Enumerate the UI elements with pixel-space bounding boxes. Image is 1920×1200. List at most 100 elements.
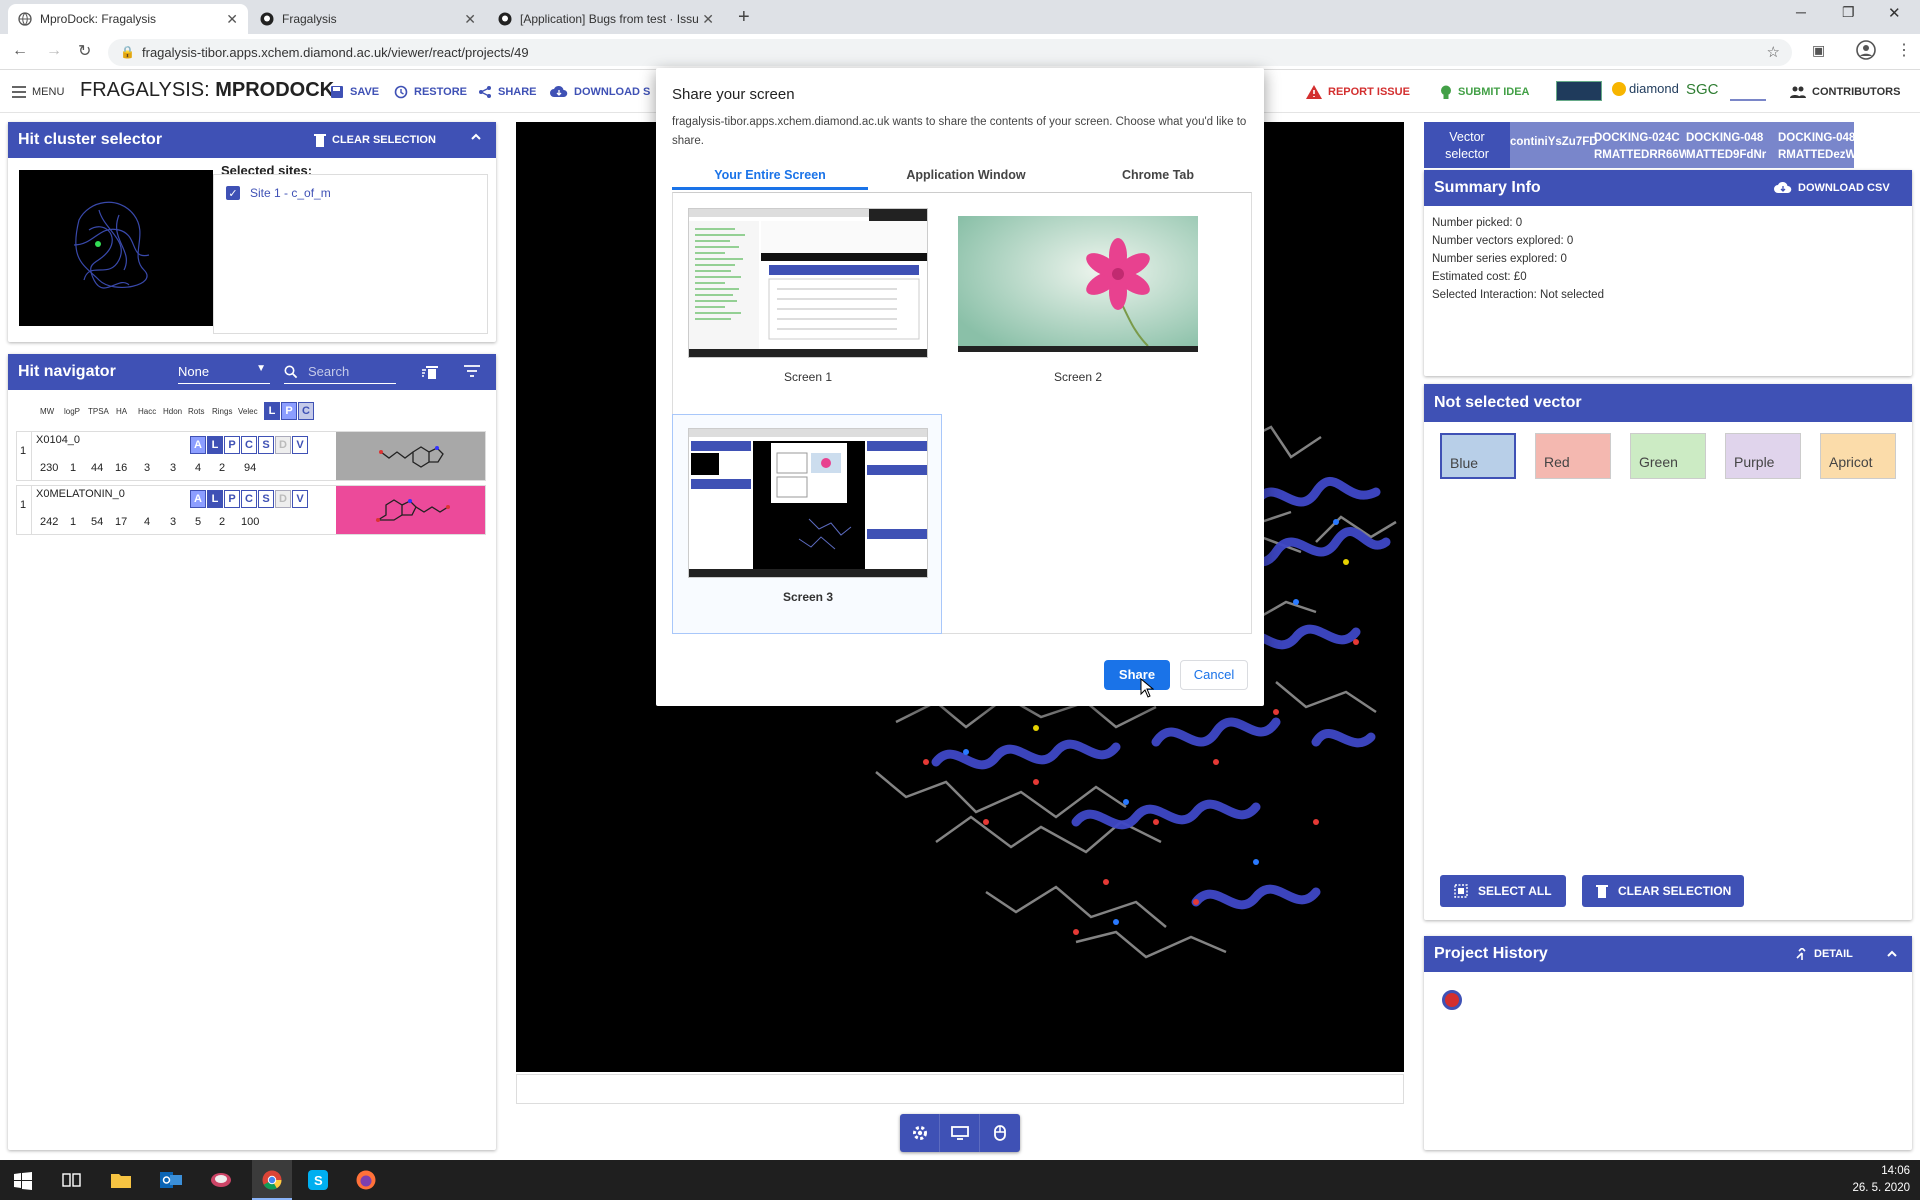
task-view-icon[interactable]: [62, 1171, 82, 1189]
btn-v[interactable]: V: [292, 490, 308, 508]
download-csv-button[interactable]: DOWNLOAD CSV: [1774, 170, 1890, 206]
btn-l[interactable]: L: [207, 436, 223, 454]
check-icon[interactable]: ✓: [226, 186, 240, 200]
btn-c[interactable]: C: [241, 436, 257, 454]
submit-idea-button[interactable]: SUBMIT IDEA: [1440, 71, 1530, 113]
btn-d[interactable]: D: [275, 436, 291, 454]
search-field[interactable]: Search: [284, 360, 396, 384]
share-confirm-button[interactable]: Share: [1104, 660, 1170, 690]
restore-button[interactable]: RESTORE: [394, 71, 467, 113]
color-apricot-button[interactable]: Apricot: [1820, 433, 1896, 479]
file-explorer-icon[interactable]: [110, 1170, 132, 1190]
outlook-icon[interactable]: [160, 1170, 182, 1190]
vector-chip-line: DOCKING-048: [1686, 132, 1764, 144]
btn-a[interactable]: A: [190, 490, 206, 508]
reload-icon[interactable]: ↻: [78, 41, 91, 61]
close-icon[interactable]: ✕: [702, 11, 714, 28]
summary-series-explored: Number series explored: 0: [1432, 253, 1567, 265]
screen-3-thumbnail[interactable]: [688, 428, 928, 578]
url-field[interactable]: 🔒 fragalysis-tibor.apps.xchem.diamond.ac…: [108, 39, 1792, 66]
filter-select[interactable]: None ▼: [178, 360, 270, 384]
site-checkbox-row[interactable]: ✓ Site 1 - c_of_m: [226, 186, 331, 200]
profile-icon[interactable]: [1856, 40, 1876, 60]
btn-d[interactable]: D: [275, 490, 291, 508]
cluster-thumbnail[interactable]: [19, 170, 213, 326]
btn-c[interactable]: C: [241, 490, 257, 508]
back-icon[interactable]: ←: [12, 42, 28, 60]
minimize-button[interactable]: ─: [1796, 4, 1806, 20]
close-icon[interactable]: ✕: [226, 11, 238, 28]
cancel-button[interactable]: Cancel: [1180, 660, 1248, 690]
btn-p[interactable]: P: [224, 436, 240, 454]
new-tab-button[interactable]: +: [738, 6, 750, 29]
summary-number-picked: Number picked: 0: [1432, 217, 1523, 229]
screen-1-thumbnail[interactable]: [688, 208, 928, 358]
app-icon[interactable]: [210, 1170, 232, 1190]
color-blue-button[interactable]: Blue: [1440, 433, 1516, 479]
vector-chip[interactable]: DOCKING-048 MATTED9FdNr: [1686, 130, 1776, 164]
download-button[interactable]: DOWNLOAD S: [550, 71, 650, 113]
hit-navigator-header: Hit navigator None ▼ Search: [8, 354, 496, 390]
color-purple-button[interactable]: Purple: [1725, 433, 1801, 479]
toggle-c[interactable]: C: [298, 402, 314, 420]
browser-tab-fragalysis[interactable]: Fragalysis ✕: [250, 4, 486, 34]
molecule-thumbnail[interactable]: [336, 486, 485, 534]
tab-application-window[interactable]: Application Window: [868, 160, 1064, 190]
report-issue-button[interactable]: REPORT ISSUE: [1306, 71, 1410, 113]
hamburger-icon: [12, 86, 26, 98]
forward-icon[interactable]: →: [46, 42, 62, 60]
tab-entire-screen[interactable]: Your Entire Screen: [672, 160, 868, 190]
delete-sweep-icon[interactable]: [422, 364, 438, 380]
cast-icon[interactable]: ▣: [1812, 42, 1825, 59]
contributors-button[interactable]: CONTRIBUTORS: [1790, 71, 1900, 113]
select-all-button[interactable]: SELECT ALL: [1440, 875, 1566, 907]
windows-start-icon[interactable]: [14, 1172, 32, 1190]
color-red-button[interactable]: Red: [1535, 433, 1611, 479]
close-icon[interactable]: ✕: [464, 11, 476, 28]
chrome-taskbar-button[interactable]: [252, 1160, 292, 1200]
merge-icon: [1796, 948, 1806, 960]
clock[interactable]: 14:06 26. 5. 2020: [1852, 1163, 1910, 1197]
history-node[interactable]: [1442, 990, 1462, 1010]
vector-chip[interactable]: continiYsZu7FD: [1510, 136, 1598, 148]
vector-chip[interactable]: DOCKING-048 RMATTEDezWe: [1778, 130, 1854, 164]
filter-icon[interactable]: [464, 365, 480, 377]
toggle-p[interactable]: P: [281, 402, 297, 420]
btn-p[interactable]: P: [224, 490, 240, 508]
mouse-icon[interactable]: [980, 1114, 1020, 1152]
firefox-icon[interactable]: [356, 1170, 376, 1190]
tab-chrome-tab[interactable]: Chrome Tab: [1064, 160, 1252, 190]
btn-s[interactable]: S: [258, 436, 274, 454]
btn-l[interactable]: L: [207, 490, 223, 508]
btn-s[interactable]: S: [258, 490, 274, 508]
chevron-up-icon[interactable]: [470, 131, 482, 143]
toggle-l[interactable]: L: [264, 402, 280, 420]
download-csv-label: DOWNLOAD CSV: [1798, 182, 1890, 194]
molecule-thumbnail[interactable]: [336, 432, 485, 480]
menu-button[interactable]: MENU: [12, 71, 64, 113]
btn-a[interactable]: A: [190, 436, 206, 454]
restore-window-button[interactable]: ❐: [1842, 4, 1855, 21]
vector-selector-tab[interactable]: Vector selector: [1424, 122, 1510, 168]
detail-button[interactable]: DETAIL: [1796, 936, 1853, 972]
screen-2-thumbnail[interactable]: [958, 216, 1198, 352]
chevron-up-icon[interactable]: [1886, 948, 1898, 960]
browser-tab-mprodock[interactable]: MproDock: Fragalysis ✕: [8, 4, 248, 34]
vector-chip[interactable]: DOCKING-024C RMATTEDRR66W: [1594, 130, 1686, 164]
star-icon[interactable]: ☆: [1767, 39, 1780, 66]
hit-name: X0MELATONIN_0: [36, 488, 125, 500]
monitor-icon[interactable]: [940, 1114, 980, 1152]
row-index: 1: [16, 431, 32, 481]
color-green-button[interactable]: Green: [1630, 433, 1706, 479]
vector-chip-line: MATTED9FdNr: [1686, 149, 1767, 161]
clear-selection-vector-button[interactable]: CLEAR SELECTION: [1582, 875, 1744, 907]
browser-menu-icon[interactable]: ⋮: [1896, 40, 1912, 60]
clear-selection-button[interactable]: CLEAR SELECTION: [314, 122, 436, 158]
browser-tab-issues[interactable]: [Application] Bugs from test · Issu ✕: [488, 4, 724, 34]
gear-icon[interactable]: [900, 1114, 940, 1152]
save-button[interactable]: SAVE: [330, 71, 379, 113]
share-button[interactable]: SHARE: [478, 71, 537, 113]
skype-icon[interactable]: S: [308, 1170, 328, 1190]
btn-v[interactable]: V: [292, 436, 308, 454]
close-window-button[interactable]: ✕: [1888, 4, 1901, 22]
